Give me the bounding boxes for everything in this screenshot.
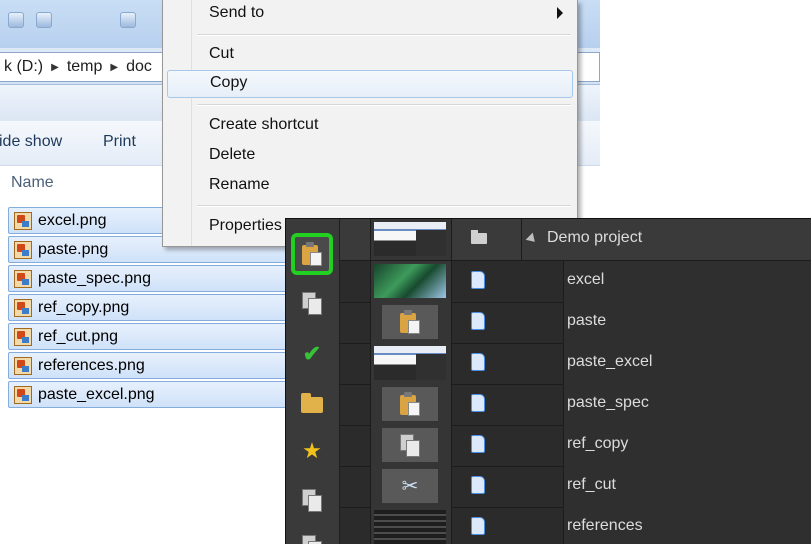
menu-item-rename[interactable]: Rename: [167, 172, 573, 200]
reference-copy-icon: [400, 434, 420, 457]
project-tree: Demo project excel paste paste_excel pas…: [340, 219, 811, 544]
thumbnail: [382, 305, 438, 339]
breadcrumb-doc[interactable]: doc: [122, 58, 156, 76]
thumbnail: [374, 264, 446, 298]
document-icon: [471, 435, 485, 453]
item-name: paste: [567, 312, 607, 329]
open-folder-button[interactable]: [291, 384, 333, 426]
project-panel: ✔ ★ Demo project excel paste paste_excel…: [285, 218, 811, 544]
png-file-icon: [14, 211, 32, 230]
menu-item-label: Properties: [209, 217, 282, 234]
thumbnail: [374, 222, 446, 256]
menu-item-label: Cut: [209, 45, 234, 62]
item-name: paste_spec: [567, 394, 649, 411]
png-file-icon: [14, 327, 32, 346]
item-name: paste_excel: [567, 353, 653, 370]
folder-icon: [471, 230, 487, 244]
menu-separator: [197, 104, 571, 106]
file-name: ref_copy.png: [38, 298, 130, 316]
thumbnail: [374, 346, 446, 380]
thumbnail: ✂: [382, 469, 438, 503]
paste-special-icon: [400, 392, 420, 416]
chevron-right-icon[interactable]: ▶: [47, 62, 63, 73]
tree-row[interactable]: excel: [340, 261, 811, 303]
document-icon: [471, 312, 485, 330]
favorite-button[interactable]: ★: [291, 430, 333, 472]
item-name: ref_cut: [567, 476, 616, 493]
tree-row[interactable]: paste: [340, 302, 811, 344]
png-file-icon: [14, 298, 32, 317]
document-icon: [471, 394, 485, 412]
menu-item-create-shortcut[interactable]: Create shortcut: [167, 112, 573, 140]
project-name: Demo project: [547, 229, 643, 246]
png-file-icon: [14, 356, 32, 375]
copy-button[interactable]: [291, 479, 333, 521]
star-icon: ★: [302, 438, 322, 463]
action-sidebar: ✔ ★: [286, 219, 340, 544]
check-icon: ✔: [302, 341, 322, 366]
file-name: references.png: [38, 356, 145, 374]
scissors-icon: ✂: [401, 475, 419, 498]
png-file-icon: [14, 385, 32, 404]
copy-icon: [302, 489, 322, 512]
document-button[interactable]: [291, 525, 333, 544]
chevron-right-icon[interactable]: ▶: [106, 62, 122, 73]
paste-special-button[interactable]: [291, 282, 333, 324]
thumbnail: [382, 428, 438, 462]
file-name: paste_excel.png: [38, 385, 155, 403]
expand-triangle-icon[interactable]: [525, 232, 539, 246]
document-icon: [471, 271, 485, 289]
menu-item-cut[interactable]: Cut: [167, 41, 573, 69]
menu-separator: [197, 205, 571, 207]
print-button[interactable]: Print: [103, 133, 136, 151]
context-menu: Send to Cut Copy Create shortcut Delete …: [162, 0, 578, 247]
tree-row[interactable]: paste_spec: [340, 384, 811, 426]
tree-row[interactable]: ✂ ref_cut: [340, 466, 811, 508]
item-name: excel: [567, 271, 605, 288]
file-name: paste.png: [38, 240, 109, 258]
document-icon: [471, 476, 485, 494]
item-name: references: [567, 517, 643, 534]
breadcrumb-drive[interactable]: k (D:): [0, 58, 47, 76]
column-name-header[interactable]: Name: [11, 174, 54, 192]
thumbnail: [382, 387, 438, 421]
file-name: paste_spec.png: [38, 269, 151, 287]
back-icon[interactable]: [8, 12, 24, 28]
slide-show-button[interactable]: ide show: [0, 133, 62, 151]
paste-special-icon: [302, 292, 322, 315]
png-file-icon: [14, 240, 32, 259]
paste-icon: [400, 310, 420, 334]
menu-item-label: Send to: [209, 4, 265, 21]
png-file-icon: [14, 269, 32, 288]
menu-item-label: Create shortcut: [209, 116, 319, 133]
tree-row[interactable]: references: [340, 507, 811, 544]
tree-row[interactable]: ref_copy: [340, 425, 811, 467]
tree-row[interactable]: paste_excel: [340, 343, 811, 385]
menu-item-label: Copy: [210, 74, 248, 91]
check-button[interactable]: ✔: [291, 333, 333, 375]
menu-separator: [197, 34, 571, 36]
menu-item-send-to[interactable]: Send to: [167, 0, 573, 28]
forward-icon[interactable]: [36, 12, 52, 28]
menu-item-label: Delete: [209, 146, 256, 163]
open-folder-icon: [301, 393, 323, 413]
thumbnail: [374, 510, 446, 544]
document-icon: [471, 353, 485, 371]
tree-root-row[interactable]: Demo project: [340, 219, 811, 261]
paste-button[interactable]: [291, 233, 333, 275]
paste-icon: [302, 242, 322, 266]
document-icon: [471, 517, 485, 535]
file-name: ref_cut.png: [38, 327, 119, 345]
item-name: ref_copy: [567, 435, 629, 452]
menu-item-delete[interactable]: Delete: [167, 142, 573, 170]
breadcrumb-temp[interactable]: temp: [63, 58, 107, 76]
menu-item-label: Rename: [209, 176, 270, 193]
submenu-arrow-icon: [557, 7, 563, 19]
file-name: excel.png: [38, 211, 107, 229]
menu-item-copy[interactable]: Copy: [167, 70, 573, 98]
history-icon[interactable]: [120, 12, 136, 28]
